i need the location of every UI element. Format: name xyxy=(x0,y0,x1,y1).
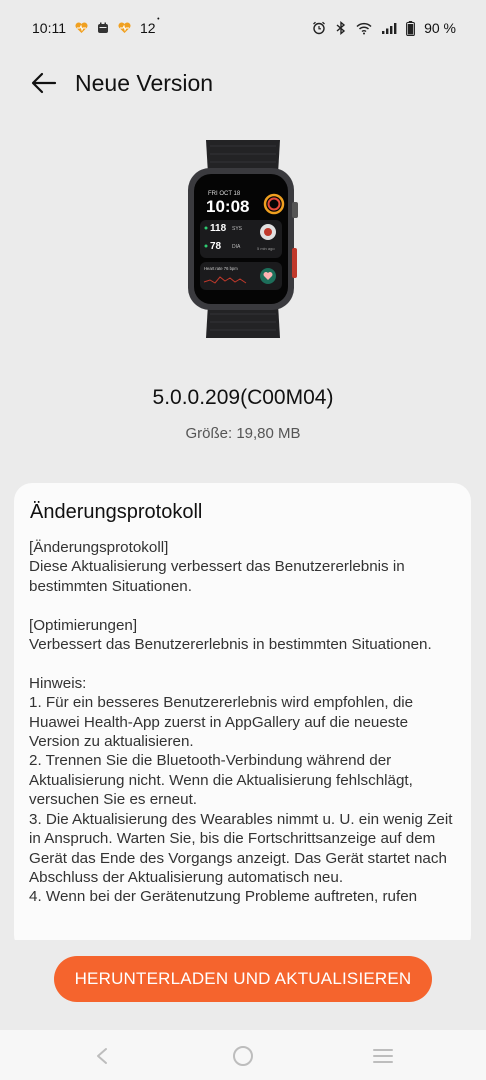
bluetooth-icon xyxy=(335,21,347,35)
nav-home-button[interactable] xyxy=(231,1044,255,1068)
nav-back-button[interactable] xyxy=(90,1044,114,1068)
notification-count-text: 12 xyxy=(140,20,156,36)
watch-heart-rate: Heart rate 76 bpm xyxy=(204,266,238,271)
status-bar-left: 10:11 12 • xyxy=(32,16,160,36)
status-bar-right: 90 % xyxy=(312,20,456,36)
wifi-icon xyxy=(356,22,372,35)
nav-menu-button[interactable] xyxy=(371,1044,395,1068)
watch-image: FRI OCT 18 10:08 118 SYS 78 DIA 5 min ag… xyxy=(180,140,306,340)
download-size: Größe: 19,80 MB xyxy=(185,425,301,442)
changelog-card[interactable]: Änderungsprotokoll [Änderungsprotokoll] … xyxy=(14,483,471,953)
status-time: 10:11 xyxy=(32,20,66,36)
watch-dia-label: DIA xyxy=(232,244,241,250)
system-nav-bar xyxy=(0,1030,486,1080)
watch-dia-value: 78 xyxy=(210,241,222,252)
app-bar: Neue Version xyxy=(0,56,486,110)
back-button[interactable] xyxy=(22,61,66,105)
alarm-icon xyxy=(312,21,326,35)
notification-count: 12 • xyxy=(140,16,160,36)
version-number: 5.0.0.209(C00M04) xyxy=(152,386,334,409)
nav-home-icon xyxy=(233,1046,253,1066)
watch-time: 10:08 xyxy=(206,197,249,216)
screen: 10:11 12 • 90 % Neue Version FRI OCT 18 … xyxy=(0,0,486,1080)
page-title: Neue Version xyxy=(75,69,214,96)
status-bar: 10:11 12 • 90 % xyxy=(0,0,486,56)
battery-icon xyxy=(406,20,416,36)
download-update-button[interactable]: HERUNTERLADEN UND AKTUALISIEREN xyxy=(54,956,432,1002)
calendar-notif-icon xyxy=(97,22,109,34)
watch-sys-label: SYS xyxy=(232,226,243,232)
signal-icon xyxy=(381,22,397,35)
watch-ago: 5 min ago xyxy=(257,246,275,251)
nav-back-icon xyxy=(97,1048,107,1064)
changelog-title: Änderungsprotokoll xyxy=(30,501,203,523)
heart-notif-icon xyxy=(75,22,88,34)
watch-sys-value: 118 xyxy=(210,223,227,234)
nav-menu-icon xyxy=(373,1049,393,1063)
heart-notif-icon xyxy=(118,22,131,34)
changelog-body: [Änderungsprotokoll] Diese Aktualisierun… xyxy=(29,539,453,906)
back-arrow-icon xyxy=(31,72,57,94)
battery-percent: 90 % xyxy=(424,20,456,36)
